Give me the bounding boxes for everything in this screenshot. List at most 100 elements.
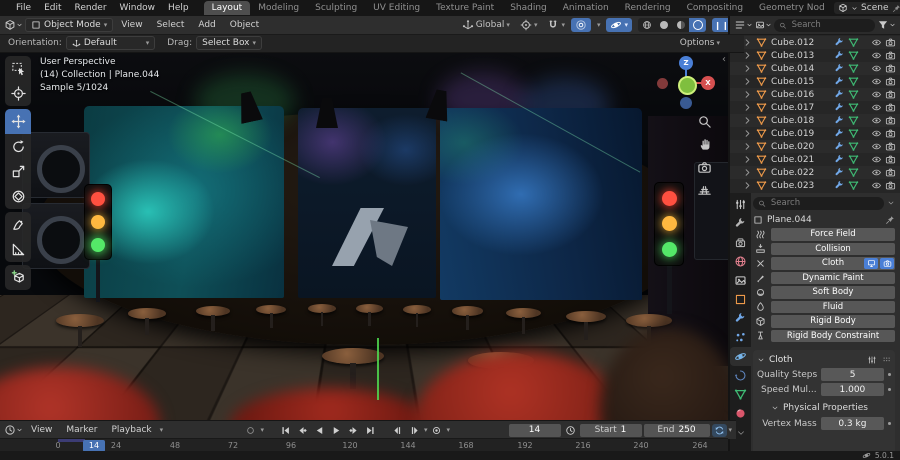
dynamic-paint-button[interactable]: Dynamic Paint — [771, 271, 895, 284]
object-name[interactable]: Cube.014 — [771, 64, 831, 74]
menu-object[interactable]: Object — [224, 19, 265, 31]
outliner-row[interactable]: Cube.015 — [730, 75, 900, 88]
timeline-menu-playback[interactable]: Playback — [105, 424, 157, 436]
expand-icon[interactable] — [742, 154, 753, 165]
tab-object-data[interactable] — [730, 385, 751, 404]
outliner-row[interactable]: Cube.022 — [730, 166, 900, 179]
gizmo-z-handle[interactable]: Z — [679, 56, 693, 70]
timeline-ruler[interactable]: 0 24 48 72 96 120 144 168 192 216 240 26… — [0, 438, 728, 452]
mesh-data-icon[interactable] — [848, 89, 859, 100]
next-keyframe-button[interactable] — [346, 424, 361, 437]
object-mode-dropdown[interactable]: Object Mode ▾ — [25, 18, 114, 32]
sync-icon[interactable] — [711, 423, 727, 437]
tab-object[interactable] — [730, 290, 751, 309]
mesh-data-icon[interactable] — [848, 154, 859, 165]
frame-back-button[interactable] — [390, 424, 405, 437]
options-dropdown[interactable]: Options ▾ — [676, 37, 724, 49]
modifier-wrench-icon[interactable] — [834, 50, 845, 61]
object-name[interactable]: Cube.022 — [771, 168, 831, 178]
tab-sculpting[interactable]: Sculpting — [307, 1, 365, 15]
playhead[interactable]: 14 — [83, 439, 105, 452]
properties-search[interactable] — [753, 196, 884, 210]
outliner-filter-dropdown[interactable] — [877, 19, 896, 31]
speed-multiplier-field[interactable]: 1.000 — [820, 383, 885, 396]
render-camera-icon[interactable] — [885, 63, 896, 74]
add-cube-tool[interactable] — [5, 265, 31, 290]
tab-view-layer[interactable] — [730, 271, 751, 290]
hide-eye-icon[interactable] — [871, 167, 882, 178]
shading-rendered-button[interactable] — [689, 18, 706, 32]
tab-compositing[interactable]: Compositing — [679, 1, 751, 15]
outliner-row[interactable]: Cube.019 — [730, 127, 900, 140]
zoom-icon[interactable] — [697, 114, 712, 132]
cloth-panel-header[interactable]: Cloth — [757, 353, 891, 367]
expand-icon[interactable] — [742, 115, 753, 126]
animate-dot[interactable] — [888, 373, 891, 376]
transform-tool[interactable] — [5, 184, 31, 209]
mesh-data-icon[interactable] — [848, 37, 859, 48]
editor-type-timeline-icon[interactable] — [4, 424, 23, 436]
render-camera-icon[interactable] — [885, 50, 896, 61]
render-camera-icon[interactable] — [885, 141, 896, 152]
modifier-wrench-icon[interactable] — [834, 89, 845, 100]
menu-file[interactable]: File — [10, 2, 37, 14]
scale-tool[interactable] — [5, 159, 31, 184]
modifier-wrench-icon[interactable] — [834, 115, 845, 126]
modifier-wrench-icon[interactable] — [834, 180, 845, 191]
object-name[interactable]: Cube.019 — [771, 129, 831, 139]
breadcrumb-object-name[interactable]: Plane.044 — [767, 215, 812, 225]
jump-to-start-button[interactable] — [278, 424, 293, 437]
outliner-display-mode-dropdown[interactable] — [734, 19, 753, 31]
render-camera-icon[interactable] — [885, 154, 896, 165]
proportional-falloff-dropdown[interactable]: ▾ — [593, 20, 605, 30]
scene-selector[interactable]: Scene — [834, 2, 900, 14]
gizmo-toggle[interactable]: ▾ — [606, 18, 632, 32]
tab-world[interactable] — [730, 252, 751, 271]
object-name[interactable]: Cube.017 — [771, 103, 831, 113]
tab-rendering[interactable]: Rendering — [617, 1, 679, 15]
outliner-row[interactable]: Cube.021 — [730, 153, 900, 166]
expand-icon[interactable] — [742, 63, 753, 74]
rigid-body-constraint-button[interactable]: Rigid Body Constraint — [771, 329, 895, 342]
render-camera-icon[interactable] — [885, 89, 896, 100]
mesh-data-icon[interactable] — [848, 76, 859, 87]
frame-start-field[interactable]: Start 1 — [579, 423, 642, 437]
rotate-tool[interactable] — [5, 134, 31, 159]
transform-orientation-dropdown[interactable]: Global ▾ — [458, 18, 514, 32]
annotate-tool[interactable] — [5, 212, 31, 237]
expand-icon[interactable] — [742, 128, 753, 139]
tab-layout[interactable]: Layout — [203, 1, 251, 15]
camera-view-icon[interactable] — [697, 160, 712, 178]
gizmo-x-handle[interactable]: X — [701, 76, 715, 90]
chevron-down-icon[interactable] — [887, 197, 895, 209]
tab-particles[interactable] — [730, 328, 751, 347]
tab-tool[interactable] — [730, 214, 751, 233]
modifier-wrench-icon[interactable] — [834, 141, 845, 152]
presets-icon[interactable] — [867, 354, 877, 366]
properties-editor-type-icon[interactable] — [730, 195, 751, 214]
object-name[interactable]: Cube.018 — [771, 116, 831, 126]
menu-help[interactable]: Help — [162, 2, 195, 14]
tab-shading[interactable]: Shading — [502, 1, 555, 15]
render-camera-icon[interactable] — [885, 128, 896, 139]
modifier-wrench-icon[interactable] — [834, 167, 845, 178]
cloth-viewport-toggle[interactable] — [864, 257, 878, 269]
tab-modifiers[interactable] — [730, 309, 751, 328]
vertex-mass-field[interactable]: 0.3 kg — [820, 417, 885, 430]
collision-button[interactable]: Collision — [771, 242, 895, 255]
outliner-row[interactable]: Cube.013 — [730, 49, 900, 62]
menu-add[interactable]: Add — [192, 19, 221, 31]
mesh-data-icon[interactable] — [848, 167, 859, 178]
cloth-button[interactable]: Cloth — [771, 257, 895, 270]
modifier-wrench-icon[interactable] — [834, 154, 845, 165]
object-name[interactable]: Cube.012 — [771, 38, 831, 48]
outliner-row[interactable]: Cube.012 — [730, 36, 900, 49]
object-name[interactable]: Cube.016 — [771, 90, 831, 100]
force-field-button[interactable]: Force Field — [771, 228, 895, 241]
outliner-search[interactable] — [774, 18, 875, 32]
soft-body-button[interactable]: Soft Body — [771, 286, 895, 299]
shading-solid-button[interactable] — [655, 18, 672, 32]
mesh-data-icon[interactable] — [848, 63, 859, 74]
outliner-row[interactable]: Cube.023 — [730, 179, 900, 192]
object-name[interactable]: Cube.015 — [771, 77, 831, 87]
